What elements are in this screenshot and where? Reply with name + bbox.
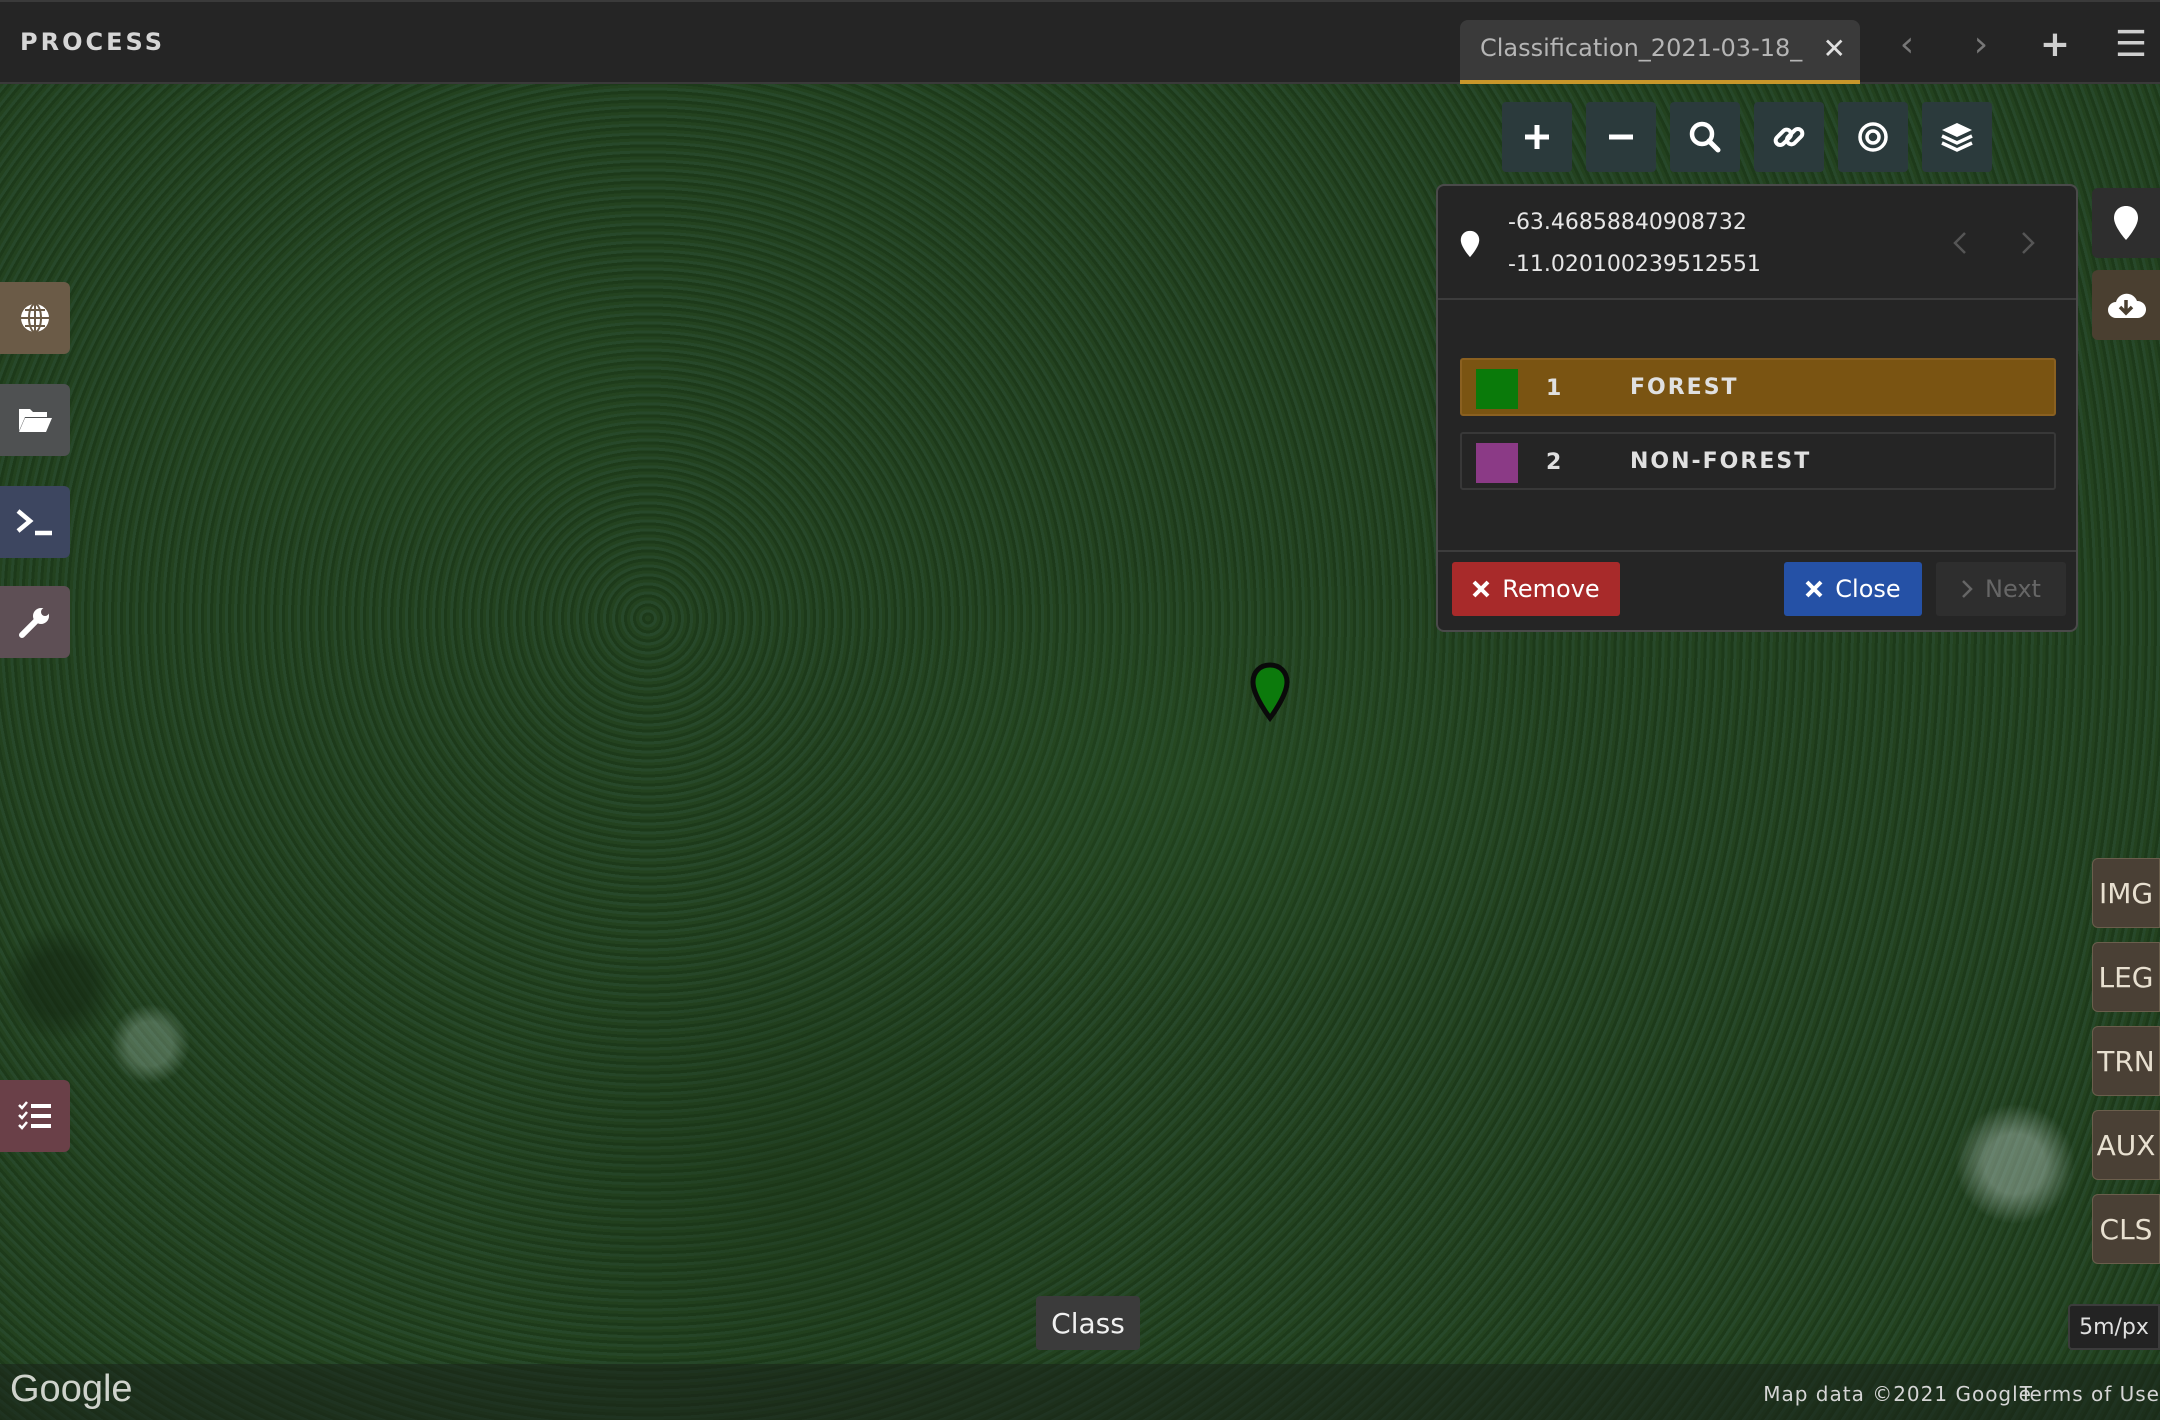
menu-button[interactable]: ☰ xyxy=(2106,20,2156,70)
app-title: PROCESS xyxy=(20,28,165,56)
add-tab-button[interactable]: + xyxy=(2030,20,2080,70)
class-value: 1 xyxy=(1546,376,1562,401)
class-name: FOREST xyxy=(1630,375,1739,400)
cloud-download-icon xyxy=(2108,293,2146,318)
plus-icon xyxy=(1525,125,1549,149)
class-value: 2 xyxy=(1546,450,1562,475)
zoom-in-button[interactable] xyxy=(1502,102,1572,172)
terminal-icon xyxy=(16,509,52,536)
sidebar-tools-button[interactable] xyxy=(0,586,70,658)
close-icon xyxy=(1472,580,1490,598)
link-icon xyxy=(1773,126,1805,148)
globe-icon xyxy=(21,303,49,333)
layers-icon xyxy=(1941,123,1973,152)
top-bar: PROCESS Classification_2021-03-18_ ✕ ‹ ›… xyxy=(0,0,2160,84)
latitude-value: -11.020100239512551 xyxy=(1508,252,1761,277)
sample-panel: -63.46858840908732 -11.020100239512551 1… xyxy=(1436,184,2078,632)
map-data-attribution: Map data ©2021 Google xyxy=(1763,1382,2032,1406)
sidebar-tasks-button[interactable] xyxy=(0,1080,70,1152)
next-tab-button[interactable]: › xyxy=(1956,20,2006,70)
scale-indicator: 5m/px xyxy=(2068,1304,2160,1350)
link-button[interactable] xyxy=(1754,102,1824,172)
map-marker-icon xyxy=(1460,230,1480,258)
close-button[interactable]: Close xyxy=(1784,562,1922,616)
tab-cls[interactable]: CLS xyxy=(2092,1194,2160,1264)
sample-location-button[interactable] xyxy=(2092,188,2160,258)
sidebar-folder-button[interactable] xyxy=(0,384,70,456)
next-label: Next xyxy=(1985,575,2041,603)
sidebar-globe-button[interactable] xyxy=(0,282,70,354)
remove-label: Remove xyxy=(1502,575,1600,603)
terms-of-use-link[interactable]: Terms of Use xyxy=(2020,1382,2160,1406)
class-swatch xyxy=(1476,369,1518,409)
sidebar-terminal-button[interactable] xyxy=(0,486,70,558)
class-swatch xyxy=(1476,443,1518,483)
tab-img[interactable]: IMG xyxy=(2092,858,2160,928)
download-button[interactable] xyxy=(2092,270,2160,340)
search-button[interactable] xyxy=(1670,102,1740,172)
class-tooltip: Class xyxy=(1036,1296,1140,1350)
zoom-out-button[interactable] xyxy=(1586,102,1656,172)
tab-trn[interactable]: TRN xyxy=(2092,1026,2160,1096)
divider xyxy=(1438,550,2076,552)
target-icon xyxy=(1858,122,1888,152)
longitude-value: -63.46858840908732 xyxy=(1508,210,1747,235)
target-button[interactable] xyxy=(1838,102,1908,172)
class-name: NON-FOREST xyxy=(1630,449,1812,474)
task-list-icon xyxy=(18,1101,51,1130)
chevron-right-icon xyxy=(1962,580,1973,598)
google-logo: Google xyxy=(10,1368,133,1410)
tab-aux[interactable]: AUX xyxy=(2092,1110,2160,1180)
sample-marker-icon[interactable] xyxy=(1248,662,1292,722)
class-option-forest[interactable]: 1 FOREST xyxy=(1460,358,2056,416)
next-button[interactable]: Next xyxy=(1936,562,2066,616)
close-label: Close xyxy=(1835,575,1901,603)
previous-tab-button[interactable]: ‹ xyxy=(1882,20,1932,70)
map-marker-icon xyxy=(2114,206,2138,240)
chevron-left-icon[interactable] xyxy=(1952,230,1968,256)
chevron-right-icon[interactable] xyxy=(2020,230,2036,256)
folder-open-icon xyxy=(19,409,52,432)
remove-button[interactable]: Remove xyxy=(1452,562,1620,616)
tab-leg[interactable]: LEG xyxy=(2092,942,2160,1012)
class-option-non-forest[interactable]: 2 NON-FOREST xyxy=(1460,432,2056,490)
close-tab-icon[interactable]: ✕ xyxy=(1823,32,1846,65)
minus-icon xyxy=(1609,134,1633,140)
close-icon xyxy=(1805,580,1823,598)
layers-button[interactable] xyxy=(1922,102,1992,172)
divider xyxy=(1438,298,2076,300)
search-icon xyxy=(1689,121,1721,153)
tab-label: Classification_2021-03-18_ xyxy=(1480,34,1803,62)
wrench-icon xyxy=(19,608,49,638)
tab-classification[interactable]: Classification_2021-03-18_ ✕ xyxy=(1460,20,1860,84)
